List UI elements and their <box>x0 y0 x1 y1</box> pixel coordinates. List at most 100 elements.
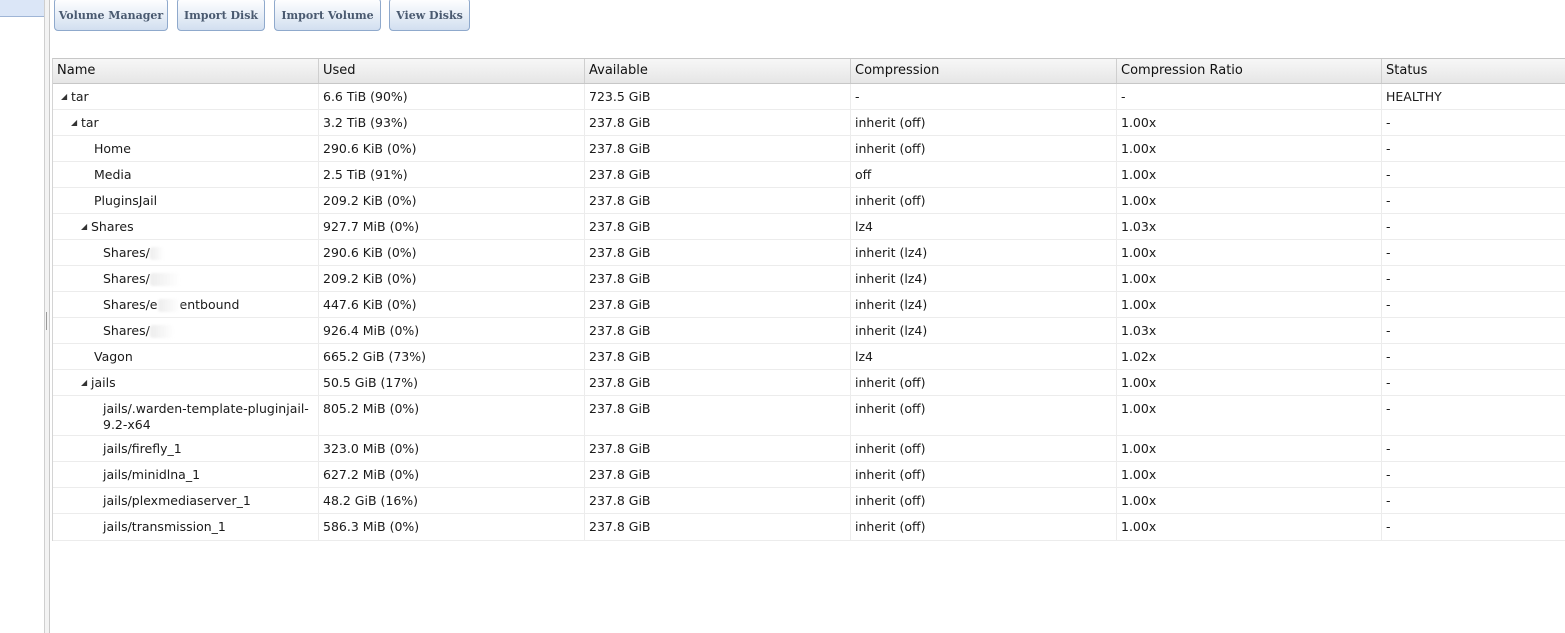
column-header-name[interactable]: Name <box>53 59 319 83</box>
compression-cell: inherit (off) <box>851 436 1117 461</box>
used-cell: 665.2 GiB (73%) <box>319 344 585 369</box>
table-row[interactable]: Shares/ 926.4 MiB (0%) 237.8 GiB inherit… <box>53 318 1565 344</box>
status-cell: - <box>1386 271 1391 286</box>
column-header-available[interactable]: Available <box>585 59 851 83</box>
compression-ratio-cell: 1.00x <box>1117 240 1382 265</box>
name-cell: ◢ tar <box>53 84 319 109</box>
column-header-used[interactable]: Used <box>319 59 585 83</box>
table-row[interactable]: PluginsJail 209.2 KiB (0%) 237.8 GiB inh… <box>53 188 1565 214</box>
status-cell: - <box>1386 141 1391 156</box>
table-row[interactable]: ◢ Shares 927.7 MiB (0%) 237.8 GiB lz4 1.… <box>53 214 1565 240</box>
volume-manager-button[interactable]: Volume Manager <box>54 0 168 31</box>
compression-ratio-cell: 1.00x <box>1117 266 1382 291</box>
compression-ratio-cell: 1.00x <box>1117 462 1382 487</box>
name-cell: Shares/ <box>53 266 319 291</box>
table-row[interactable]: jails/firefly_1 323.0 MiB (0%) 237.8 GiB… <box>53 436 1565 462</box>
dataset-name: tar <box>71 89 89 104</box>
name-cell: Shares/ <box>53 240 319 265</box>
column-header-status[interactable]: Status <box>1382 59 1565 83</box>
compression-cell: inherit (lz4) <box>851 318 1117 343</box>
status-cell: - <box>1386 375 1391 390</box>
name-cell: ◢ tar <box>53 110 319 135</box>
compression-cell: inherit (off) <box>851 110 1117 135</box>
available-cell: 237.8 GiB <box>585 188 851 213</box>
available-cell: 237.8 GiB <box>585 266 851 291</box>
table-row[interactable]: Home 290.6 KiB (0%) 237.8 GiB inherit (o… <box>53 136 1565 162</box>
compression-cell: inherit (off) <box>851 514 1117 540</box>
status-cell: - <box>1386 297 1391 312</box>
used-cell: 290.6 KiB (0%) <box>319 136 585 161</box>
table-row[interactable]: Vagon 665.2 GiB (73%) 237.8 GiB lz4 1.02… <box>53 344 1565 370</box>
compression-ratio-cell: 1.00x <box>1117 436 1382 461</box>
table-row[interactable]: Shares/e entbound 447.6 KiB (0%) 237.8 Gi… <box>53 292 1565 318</box>
view-disks-button[interactable]: View Disks <box>389 0 470 31</box>
used-cell: 3.2 TiB (93%) <box>319 110 585 135</box>
column-header-compression-ratio[interactable]: Compression Ratio <box>1117 59 1382 83</box>
status-cell: - <box>1386 115 1391 130</box>
table-row[interactable]: Media 2.5 TiB (91%) 237.8 GiB off 1.00x … <box>53 162 1565 188</box>
compression-cell: inherit (off) <box>851 462 1117 487</box>
expanded-triangle-icon[interactable]: ◢ <box>61 89 71 105</box>
table-row[interactable]: ◢ jails 50.5 GiB (17%) 237.8 GiB inherit… <box>53 370 1565 396</box>
used-cell: 50.5 GiB (17%) <box>319 370 585 395</box>
panel-splitter[interactable] <box>45 0 50 633</box>
name-cell: Shares/e entbound <box>53 292 319 317</box>
compression-cell: inherit (off) <box>851 136 1117 161</box>
table-row[interactable]: ◢ tar 3.2 TiB (93%) 237.8 GiB inherit (o… <box>53 110 1565 136</box>
compression-ratio-cell: - <box>1117 84 1382 109</box>
used-cell: 48.2 GiB (16%) <box>319 488 585 513</box>
table-row[interactable]: jails/transmission_1 586.3 MiB (0%) 237.… <box>53 514 1565 541</box>
available-cell: 237.8 GiB <box>585 396 851 435</box>
table-row[interactable]: jails/plexmediaserver_1 48.2 GiB (16%) 2… <box>53 488 1565 514</box>
compression-cell: inherit (lz4) <box>851 240 1117 265</box>
redacted-name-mask <box>149 273 180 286</box>
available-cell: 237.8 GiB <box>585 462 851 487</box>
expanded-triangle-icon[interactable]: ◢ <box>81 219 91 235</box>
compression-ratio-cell: 1.03x <box>1117 214 1382 239</box>
compression-ratio-cell: 1.00x <box>1117 188 1382 213</box>
used-cell: 290.6 KiB (0%) <box>319 240 585 265</box>
name-cell: jails/transmission_1 <box>53 514 319 540</box>
compression-ratio-cell: 1.00x <box>1117 396 1382 435</box>
dataset-name-suffix: entbound <box>179 297 240 312</box>
import-disk-button[interactable]: Import Disk <box>177 0 265 31</box>
available-cell: 237.8 GiB <box>585 240 851 265</box>
table-row[interactable]: Shares/ 209.2 KiB (0%) 237.8 GiB inherit… <box>53 266 1565 292</box>
used-cell: 2.5 TiB (91%) <box>319 162 585 187</box>
used-cell: 926.4 MiB (0%) <box>319 318 585 343</box>
available-cell: 237.8 GiB <box>585 136 851 161</box>
compression-ratio-cell: 1.00x <box>1117 110 1382 135</box>
name-cell: Shares/ <box>53 318 319 343</box>
splitter-grip[interactable] <box>46 312 47 330</box>
import-volume-button[interactable]: Import Volume <box>274 0 381 31</box>
compression-cell: inherit (off) <box>851 370 1117 395</box>
table-row[interactable]: Shares/ 290.6 KiB (0%) 237.8 GiB inherit… <box>53 240 1565 266</box>
status-cell: - <box>1386 441 1391 456</box>
left-nav-selected-item[interactable] <box>0 0 44 17</box>
available-cell: 237.8 GiB <box>585 110 851 135</box>
table-row[interactable]: jails/minidlna_1 627.2 MiB (0%) 237.8 Gi… <box>53 462 1565 488</box>
status-cell: - <box>1386 493 1391 508</box>
used-cell: 6.6 TiB (90%) <box>319 84 585 109</box>
table-row[interactable]: ◢ tar 6.6 TiB (90%) 723.5 GiB - - HEALTH… <box>53 84 1565 110</box>
status-cell: - <box>1386 467 1391 482</box>
grid-header: Name Used Available Compression Compress… <box>53 59 1565 84</box>
available-cell: 237.8 GiB <box>585 344 851 369</box>
volumes-grid: Name Used Available Compression Compress… <box>52 58 1565 541</box>
status-cell: - <box>1386 519 1391 534</box>
available-cell: 237.8 GiB <box>585 514 851 540</box>
expanded-triangle-icon[interactable]: ◢ <box>71 115 81 131</box>
dataset-name: jails <box>91 375 116 390</box>
compression-ratio-cell: 1.00x <box>1117 514 1382 540</box>
name-cell: jails/minidlna_1 <box>53 462 319 487</box>
compression-cell: inherit (lz4) <box>851 266 1117 291</box>
name-cell: jails/firefly_1 <box>53 436 319 461</box>
used-cell: 627.2 MiB (0%) <box>319 462 585 487</box>
column-header-compression[interactable]: Compression <box>851 59 1117 83</box>
expanded-triangle-icon[interactable]: ◢ <box>81 375 91 391</box>
table-row[interactable]: jails/.warden-template-pluginjail-9.2-x6… <box>53 396 1565 436</box>
compression-cell: inherit (lz4) <box>851 292 1117 317</box>
used-cell: 586.3 MiB (0%) <box>319 514 585 540</box>
available-cell: 237.8 GiB <box>585 318 851 343</box>
name-cell: Home <box>53 136 319 161</box>
